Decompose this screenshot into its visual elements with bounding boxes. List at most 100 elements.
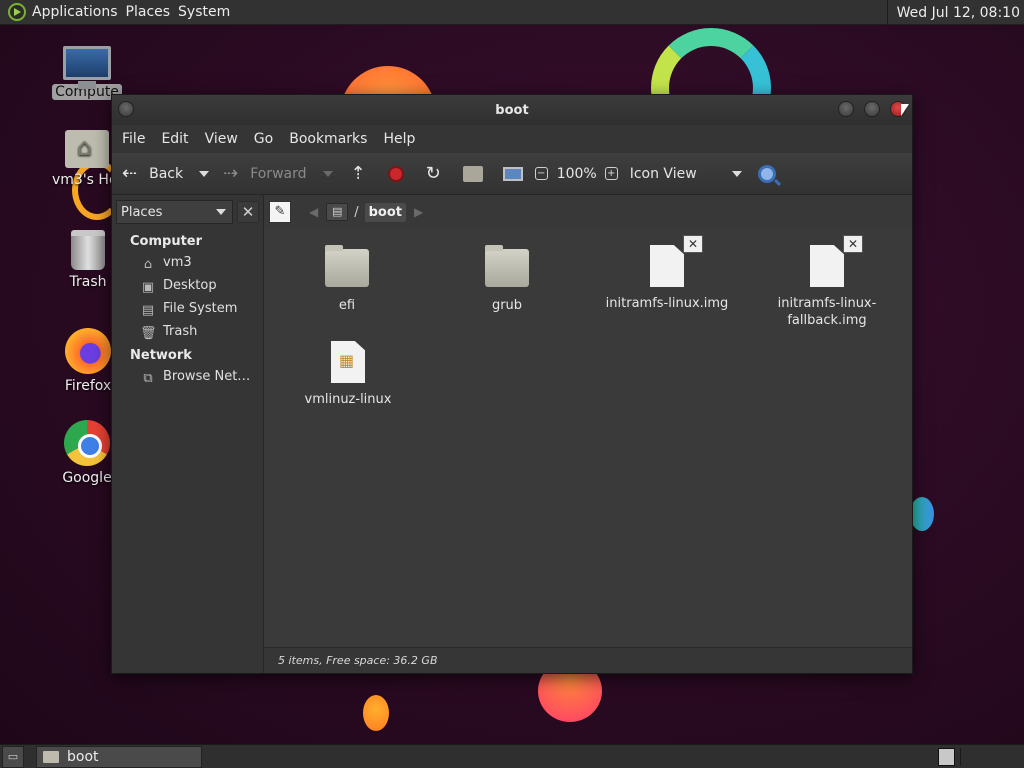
zoom-in-button[interactable]: + — [604, 158, 618, 190]
menu-view[interactable]: View — [197, 131, 246, 147]
search-button[interactable] — [757, 158, 776, 190]
trash-icon: 🗑 — [140, 325, 157, 341]
back-arrow-icon: ⇠ — [122, 162, 138, 184]
toggle-location-button[interactable]: ✎ — [269, 201, 291, 223]
status-text: 5 items, Free space: 36.2 GB — [278, 654, 438, 667]
file-name: initramfs-linux.img — [605, 296, 729, 311]
chrome-icon — [64, 420, 110, 466]
file-item-grub[interactable]: grub — [437, 245, 577, 314]
sidebar-item-label: File System — [163, 301, 238, 316]
wallpaper-blue-blob — [910, 497, 934, 531]
system-menu[interactable]: System — [178, 4, 238, 20]
desktop-icon-computer[interactable]: Compute — [52, 46, 122, 100]
chevron-down-icon — [216, 209, 226, 215]
file-item-efi[interactable]: efi — [277, 245, 417, 314]
sidebar-item-label: Browse Net… — [163, 369, 251, 384]
show-desktop-icon: ▭ — [7, 749, 19, 763]
file-item-initramfs-linux[interactable]: ✕ initramfs-linux.img — [597, 235, 737, 312]
path-root-button[interactable]: ▤ — [326, 203, 349, 221]
sidebar-type-label: Places — [121, 204, 163, 220]
view-mode-label: Icon View — [629, 165, 697, 182]
back-label: Back — [149, 165, 184, 182]
menu-edit[interactable]: Edit — [153, 131, 196, 147]
toolbar: ⇠ Back ⇢ Forward ⇡ ↻ − 100% + Icon View — [112, 153, 912, 195]
file-name: vmlinuz-linux — [304, 392, 392, 407]
window-menu-button[interactable] — [118, 101, 134, 117]
document-icon — [650, 245, 684, 287]
up-arrow-icon: ⇡ — [350, 162, 366, 184]
workspace-1-button[interactable] — [938, 748, 955, 766]
taskbar-item-boot[interactable]: boot — [36, 745, 202, 768]
sidebar-item-desktop[interactable]: ▣ Desktop — [112, 274, 263, 297]
folder-icon — [485, 245, 529, 287]
forward-history-dropdown[interactable] — [322, 158, 333, 190]
sidebar-item-trash[interactable]: 🗑 Trash — [112, 320, 263, 343]
workspace-2-button[interactable] — [960, 748, 1012, 766]
view-mode-select[interactable]: Icon View — [630, 158, 742, 190]
back-history-dropdown[interactable] — [199, 158, 210, 190]
drive-icon: ▤ — [332, 205, 343, 218]
chevron-down-icon — [199, 170, 210, 177]
trash-icon — [71, 230, 105, 270]
window-body: Places ✕ Computer ⌂ vm3 ▣ Desktop ▤ File… — [112, 195, 912, 673]
folder-icon — [325, 245, 369, 287]
sidebar-close-button[interactable]: ✕ — [237, 201, 259, 223]
path-scroll-right-button[interactable]: ▶ — [414, 205, 423, 219]
places-menu[interactable]: Places — [126, 4, 179, 20]
status-bar: 5 items, Free space: 36.2 GB — [264, 647, 912, 673]
zoom-out-button[interactable]: − — [534, 158, 548, 190]
network-icon: ⧉ — [143, 370, 153, 386]
show-desktop-button[interactable]: ▭ — [2, 745, 24, 768]
sidebar-type-select[interactable]: Places — [116, 200, 233, 224]
file-name: efi — [338, 298, 356, 313]
drive-icon: ▤ — [141, 302, 155, 318]
path-scroll-left-button[interactable]: ◀ — [309, 205, 318, 219]
computer-icon — [63, 46, 111, 89]
stop-button[interactable] — [387, 158, 404, 190]
forward-arrow-icon: ⇢ — [223, 162, 239, 184]
home-button[interactable] — [462, 158, 483, 190]
executable-icon — [331, 341, 365, 383]
sidebar-item-browse-network[interactable]: ⧉ Browse Net… — [112, 365, 263, 388]
forward-button[interactable]: ⇢ Forward — [223, 158, 306, 190]
file-name: grub — [491, 298, 523, 313]
chevron-down-icon — [322, 170, 333, 177]
up-button[interactable]: ⇡ — [351, 158, 366, 190]
sidebar-section-network: Network — [130, 348, 192, 363]
computer-button[interactable] — [502, 158, 523, 190]
reload-button[interactable]: ↻ — [426, 158, 441, 190]
maximize-button[interactable] — [864, 101, 880, 117]
search-icon — [757, 164, 776, 183]
clock[interactable]: Wed Jul 12, 08:10 — [886, 0, 1024, 25]
main-pane: ✎ ◀ ▤ / boot ▶ efi grub ✕ initramfs-linu… — [264, 195, 912, 673]
window-titlebar[interactable]: boot — [112, 95, 912, 125]
path-current-button[interactable]: boot — [364, 202, 407, 222]
wallpaper-small-blob — [363, 695, 389, 731]
menu-help[interactable]: Help — [375, 131, 423, 147]
file-grid[interactable]: efi grub ✕ initramfs-linux.img ✕ initram… — [264, 229, 912, 647]
chevron-down-icon — [731, 170, 742, 177]
sidebar-item-label: vm3 — [163, 255, 192, 270]
applications-menu[interactable]: Applications — [32, 4, 126, 20]
minimize-button[interactable] — [838, 101, 854, 117]
file-item-initramfs-linux-fallback[interactable]: ✕ initramfs-linux-fallback.img — [757, 235, 897, 329]
document-icon — [810, 245, 844, 287]
desktop-icon: ▣ — [141, 279, 155, 295]
firefox-icon — [65, 328, 111, 374]
sidebar-header: Places ✕ — [112, 195, 263, 229]
distro-logo-icon[interactable] — [8, 3, 26, 21]
lock-emblem-icon: ✕ — [683, 235, 703, 253]
menu-file[interactable]: File — [114, 131, 153, 147]
close-icon: ✕ — [241, 203, 255, 221]
sidebar-item-file-system[interactable]: ▤ File System — [112, 297, 263, 320]
back-button[interactable]: ⇠ Back — [122, 158, 183, 190]
home-icon — [462, 165, 483, 182]
menu-bookmarks[interactable]: Bookmarks — [281, 131, 375, 147]
stop-icon — [387, 165, 404, 182]
lock-emblem-icon: ✕ — [843, 235, 863, 253]
menu-go[interactable]: Go — [246, 131, 281, 147]
folder-icon — [43, 750, 59, 763]
sidebar-item-vm3[interactable]: ⌂ vm3 — [112, 251, 263, 274]
bottom-panel: ▭ boot — [0, 744, 1024, 768]
file-item-vmlinuz-linux[interactable]: vmlinuz-linux — [278, 341, 418, 408]
